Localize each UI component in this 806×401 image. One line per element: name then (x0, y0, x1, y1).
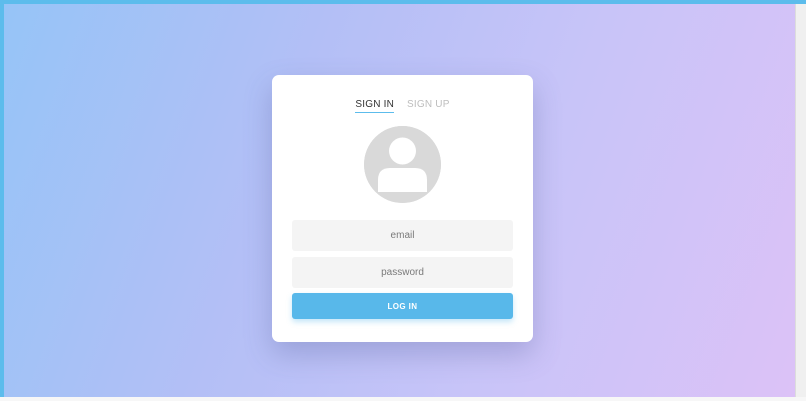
login-button[interactable]: LOG IN (292, 293, 513, 319)
password-field[interactable] (292, 257, 513, 288)
scrollbar[interactable] (795, 4, 806, 397)
bottom-edge (0, 397, 806, 401)
auth-tabs: SIGN IN SIGN UP (272, 99, 533, 113)
page-background: SIGN IN SIGN UP LOG IN (4, 4, 795, 397)
tab-sign-in[interactable]: SIGN IN (355, 99, 395, 113)
user-avatar-icon (364, 126, 441, 203)
user-silhouette-icon (364, 126, 441, 203)
login-card: SIGN IN SIGN UP LOG IN (272, 75, 533, 342)
tab-sign-up[interactable]: SIGN UP (407, 99, 450, 112)
email-field[interactable] (292, 220, 513, 251)
